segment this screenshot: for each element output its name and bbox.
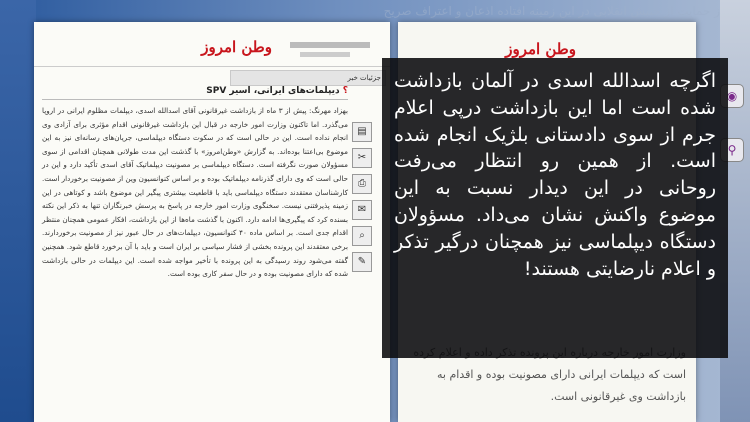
article-toolbar: ▤ ✂ ⎙ ✉ ⌕ ✎ [352,122,374,278]
header-line [300,52,350,57]
cut-icon[interactable]: ✂ [352,148,372,168]
newspaper-page-left: وطن امروز جزئیات خبر ▤ ✂ ⎙ ✉ ⌕ ✎ ؟ دیپلم… [34,22,390,422]
page-header: وطن امروز [34,22,390,67]
article-title-text: دیپلمات‌های ایرانی، اسیر SPV [206,86,340,96]
email-icon[interactable]: ✉ [352,200,372,220]
pdf-icon[interactable]: ▤ [352,122,372,142]
title-prefix: ؟ [342,86,348,96]
article-title: ؟ دیپلمات‌های ایرانی، اسیر SPV [42,86,348,100]
print-icon[interactable]: ⎙ [352,174,372,194]
newspaper-logo: وطن امروز [201,38,273,56]
article-body: بهزاد مهرنگ: پیش از ۳ ماه از بازداشت غیر… [42,106,348,279]
tab-news-details[interactable]: جزئیات خبر [230,70,386,86]
background-left-strip [0,0,36,422]
zoom-icon[interactable]: ⌕ [352,226,372,246]
note-icon[interactable]: ✎ [352,252,372,272]
header-line [290,42,370,48]
newspaper-logo: وطن امروز [505,40,576,58]
caption-overlay: اگرچه اسدالله اسدی در آلمان بازداشت شده … [382,58,728,358]
article: ؟ دیپلمات‌های ایرانی، اسیر SPV بهزاد مهر… [42,86,348,281]
caption-text: اگرچه اسدالله اسدی در آلمان بازداشت شده … [394,70,716,280]
